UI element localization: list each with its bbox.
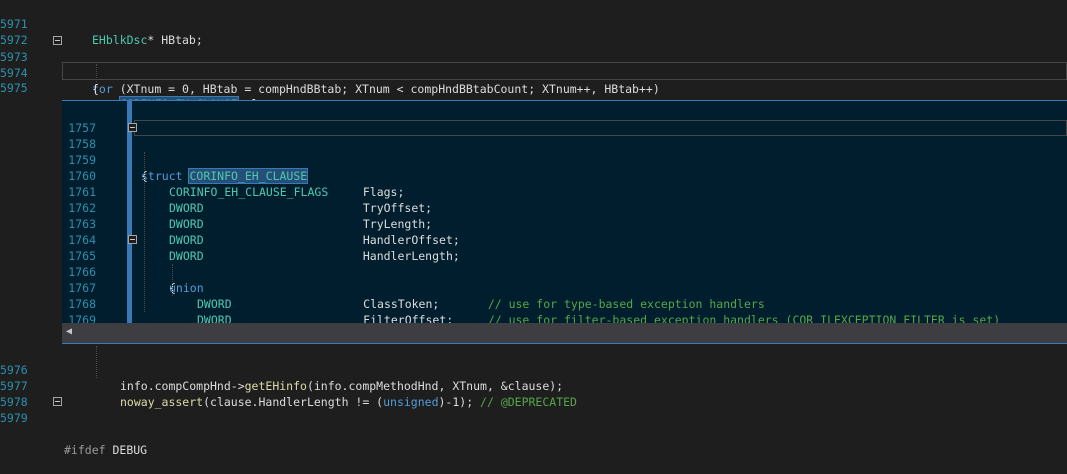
code-editor[interactable]: 5971 EHblkDsc* HBtab; 5972 5973 for (XTn… — [0, 0, 1067, 457]
peek-definition-window[interactable]: 1757 1758 struct CORINFO_EH_CLAUSE 1759 … — [62, 100, 1067, 344]
code-line[interactable]: 5977 noway_assert(clause.HandlerLength !… — [0, 362, 1067, 409]
horizontal-scrollbar[interactable]: ◀ — [62, 323, 1067, 343]
code-text: for (XTnum = 0, HBtab = compHndBBtab; XT… — [92, 82, 660, 96]
code-line[interactable]: 5971 EHblkDsc* HBtab; — [0, 0, 1067, 47]
code-text: { — [92, 82, 99, 96]
code-line[interactable]: 1764 DWORD HandlerLength; — [62, 216, 1067, 263]
collapse-icon[interactable] — [128, 123, 137, 132]
code-line[interactable]: 1759 { — [62, 136, 1067, 183]
code-line[interactable]: 1758 struct CORINFO_EH_CLAUSE — [62, 120, 1067, 184]
code-line[interactable]: 1760 CORINFO_EH_CLAUSE_FLAGS Flags; — [62, 152, 1067, 199]
line-number: 5979 — [0, 411, 28, 425]
indent-guide — [172, 264, 173, 296]
collapse-icon[interactable] — [53, 397, 62, 406]
code-line[interactable]: 1763 DWORD HandlerOffset; — [62, 200, 1067, 247]
code-line[interactable]: 1767 DWORD ClassToken; // use for type-b… — [62, 264, 1067, 311]
code-line[interactable]: 5973 for (XTnum = 0, HBtab = compHndBBta… — [0, 33, 1067, 96]
indent-guide — [96, 346, 97, 378]
code-line[interactable]: 1765 union — [62, 232, 1067, 295]
code-line[interactable]: 5978 — [0, 378, 1067, 409]
collapse-icon[interactable] — [53, 36, 62, 45]
indent-guide — [96, 64, 97, 82]
code-line[interactable]: 1762 DWORD TryLength; — [62, 184, 1067, 231]
code-line[interactable]: 1757 — [62, 104, 1067, 135]
collapse-icon[interactable] — [128, 235, 137, 244]
code-line[interactable]: 1766 { — [62, 248, 1067, 295]
line-number: 5975 — [0, 81, 28, 95]
code-line[interactable]: 5976 info.compCompHnd->getEHinfo(info.co… — [0, 346, 1067, 393]
code-line[interactable]: 1769 }; — [62, 296, 1067, 343]
code-line[interactable]: 1761 DWORD TryOffset; — [62, 168, 1067, 215]
indent-guide — [144, 152, 145, 312]
code-text: #ifdef DEBUG — [64, 443, 148, 457]
scroll-left-icon[interactable]: ◀ — [66, 326, 72, 337]
code-line[interactable]: 5975 CORINFO_EH_CLAUSE clause; — [0, 64, 1067, 112]
code-line[interactable]: 1770 }; — [62, 312, 1067, 323]
code-line[interactable]: 1768 DWORD FilterOffset; // use for filt… — [62, 280, 1067, 327]
code-line[interactable]: 5979 #ifdef DEBUG — [0, 394, 1067, 457]
code-line[interactable]: 5972 — [0, 16, 1067, 47]
